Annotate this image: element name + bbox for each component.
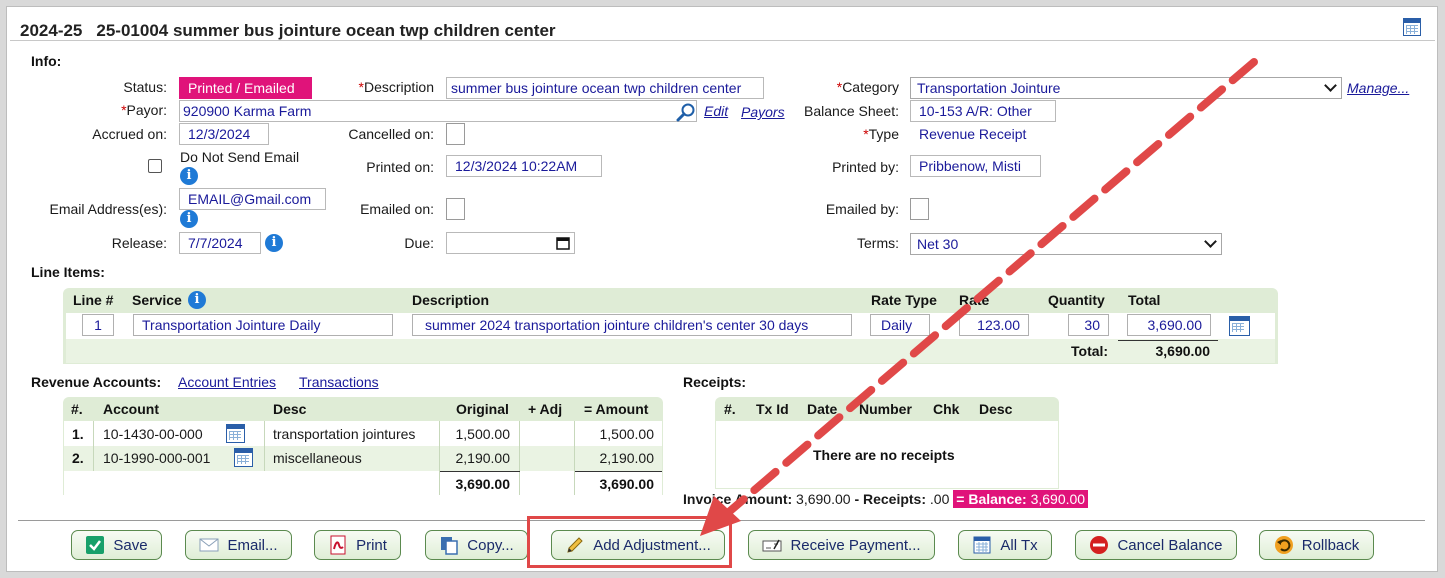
- annotation-arrow: [700, 58, 1258, 536]
